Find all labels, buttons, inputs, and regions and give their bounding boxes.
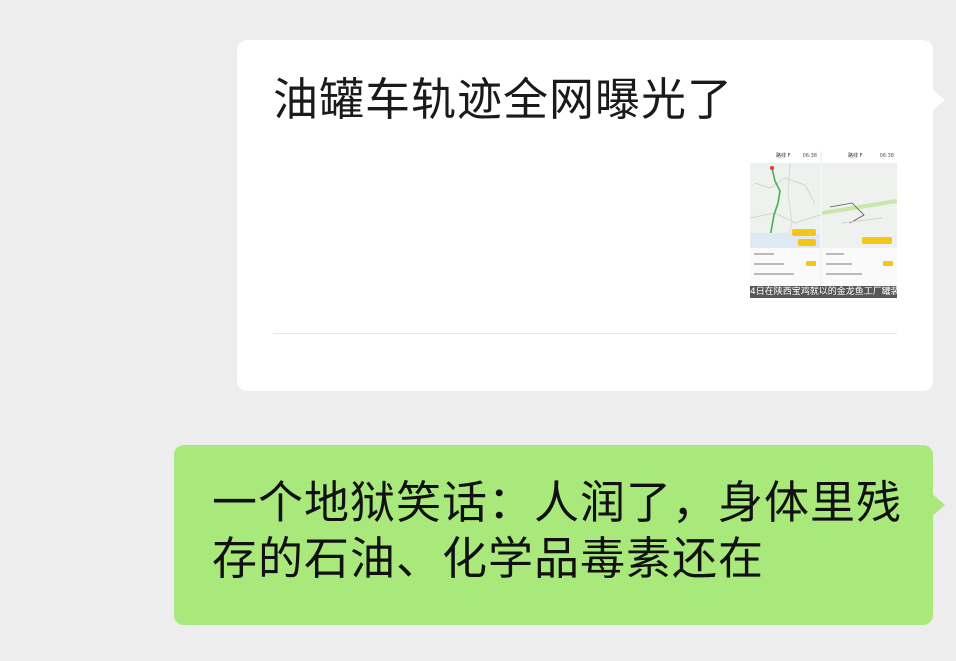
thumbnail-right-time: 06:38 <box>879 153 894 159</box>
message-text: 一个地狱笑话：人润了，身体里残存的石油、化学品毒素还在 <box>212 476 903 585</box>
link-card-message[interactable]: 油罐车轨迹全网曝光了 路线 F 06:38 路线 F 06:38 4日在陕西宝鸡… <box>237 40 945 391</box>
link-card-title: 油罐车轨迹全网曝光了 <box>273 73 734 126</box>
thumbnail-right-map <box>822 163 897 248</box>
thumbnail-screen-left: 路线 F 06:38 <box>750 151 820 298</box>
zoomed-map-graphic <box>822 163 897 248</box>
sheet-action-button <box>883 261 893 266</box>
link-card-thumbnail: 路线 F 06:38 路线 F 06:38 4日在陕西宝鸡就以的金龙鱼工厂罐装 <box>750 151 897 298</box>
sent-text-message[interactable]: 一个地狱笑话：人润了，身体里残存的石油、化学品毒素还在 <box>174 445 945 625</box>
thumbnail-screen-right: 路线 F 06:38 <box>822 151 897 298</box>
thumbnail-left-sheet <box>750 248 820 286</box>
sheet-action-button <box>806 261 816 266</box>
thumbnail-left-map <box>750 162 820 249</box>
route-start-marker <box>770 166 774 170</box>
thumbnail-left-title: 路线 F <box>776 153 791 159</box>
map-label-pill <box>798 239 816 246</box>
map-label-pill <box>792 229 816 236</box>
map-label-pill <box>862 237 892 244</box>
thumbnail-right-title: 路线 F <box>848 153 863 159</box>
thumbnail-left-time: 06:38 <box>802 153 817 159</box>
card-divider <box>273 333 897 334</box>
chat-view: 油罐车轨迹全网曝光了 路线 F 06:38 路线 F 06:38 4日在陕西宝鸡… <box>0 0 956 661</box>
thumbnail-right-sheet <box>822 248 897 286</box>
route-line <box>769 167 781 238</box>
thumbnail-caption: 4日在陕西宝鸡就以的金龙鱼工厂罐装 <box>750 286 897 298</box>
